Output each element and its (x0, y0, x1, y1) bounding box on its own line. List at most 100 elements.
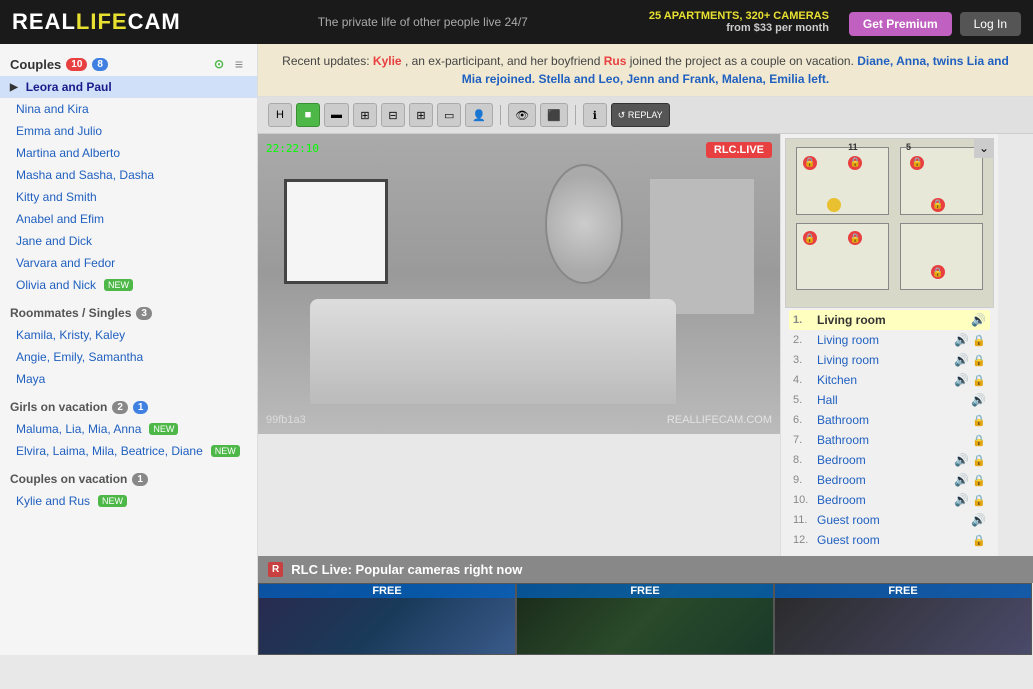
couple-name: Emma and Julio (16, 124, 102, 138)
room-item-5[interactable]: 5. Hall 🔊 (789, 390, 990, 410)
lock-icon: 🔒 (972, 454, 986, 467)
free-label-3: FREE (775, 584, 1031, 598)
fp-dot-5: 🔒 (931, 198, 945, 212)
room-item-9[interactable]: 9. Bedroom 🔊 🔒 (789, 470, 990, 490)
sidebar-item-kylie-rus[interactable]: Kylie and Rus NEW (0, 490, 257, 512)
get-premium-button[interactable]: Get Premium (849, 12, 952, 36)
room-item-11[interactable]: 11. Guest room 🔊 (789, 510, 990, 530)
room-icons: 🔒 (972, 534, 986, 547)
tool-btn-h[interactable]: H (268, 103, 292, 127)
cam-thumb-3[interactable]: FREE (774, 583, 1032, 655)
room-name: Bedroom (817, 493, 954, 507)
couples-section-header: Couples 10 8 ⊙ ≡ (0, 50, 257, 76)
sidebar-item-maya[interactable]: Maya (0, 368, 257, 390)
sidebar-item-anabel-efim[interactable]: Anabel and Efim (0, 208, 257, 230)
sidebar-item-martina-alberto[interactable]: Martina and Alberto (0, 142, 257, 164)
notif-text3: joined the project as a couple on vacati… (630, 54, 857, 68)
sidebar-item-nina-kira[interactable]: Nina and Kira (0, 98, 257, 120)
room-icons: 🔊 (971, 313, 986, 327)
toolbar: H ■ ▬ ⊞ ⊟ ⊞ ▭ 👤 👁 ⬛ ℹ ↺ REPLAY (258, 97, 1033, 134)
room-item-7[interactable]: 7. Bathroom 🔒 (789, 430, 990, 450)
sidebar-item-angie[interactable]: Angie, Emily, Samantha (0, 346, 257, 368)
room-item-12[interactable]: 12. Guest room 🔒 (789, 530, 990, 550)
couples-vacation-section-header: Couples on vacation 1 (0, 466, 257, 490)
couple-name: Leora and Paul (26, 80, 112, 94)
logo-life: LIFE (76, 9, 128, 34)
bottom-bar: R RLC Live: Popular cameras right now (258, 556, 1033, 583)
lock-icon: 🔒 (972, 474, 986, 487)
room-num: 11. (793, 514, 813, 526)
sidebar-item-olivia-nick[interactable]: Olivia and Nick NEW (0, 274, 257, 296)
room-item-4[interactable]: 4. Kitchen 🔊 🔒 (789, 370, 990, 390)
cam-id: 99fb1a3 (266, 414, 306, 426)
cam-thumb-2[interactable]: FREE (516, 583, 774, 655)
tool-btn-grid4[interactable]: ⊞ (409, 103, 433, 127)
sidebar-item-leora-paul[interactable]: Leora and Paul (0, 76, 257, 98)
toolbar-separator2 (575, 105, 576, 125)
sidebar: Couples 10 8 ⊙ ≡ Leora and Paul Nina and… (0, 44, 258, 655)
sidebar-item-jane-dick[interactable]: Jane and Dick (0, 230, 257, 252)
logo-real: REAL (12, 9, 76, 34)
room-icons: 🔊 🔒 (954, 453, 986, 467)
menu-icon[interactable]: ≡ (231, 56, 247, 72)
sidebar-item-kamila[interactable]: Kamila, Kristy, Kaley (0, 324, 257, 346)
notif-prefix: Recent updates: (282, 54, 373, 68)
lock-icon: 🔒 (972, 374, 986, 387)
lock-icon: 🔒 (972, 334, 986, 347)
scene-kitchen (650, 179, 754, 314)
room-item-6[interactable]: 6. Bathroom 🔒 (789, 410, 990, 430)
lock-icon: 🔒 (972, 494, 986, 507)
live-badge: RLC.LIVE (706, 142, 772, 158)
tool-btn-wide2[interactable]: ▭ (437, 103, 461, 127)
camera-view-icon[interactable]: ⊙ (211, 56, 227, 72)
girls-badge: 2 (112, 401, 128, 414)
section-icons: ⊙ ≡ (211, 56, 247, 72)
room-item-10[interactable]: 10. Bedroom 🔊 🔒 (789, 490, 990, 510)
cam-thumb-1[interactable]: FREE (258, 583, 516, 655)
room-num: 5. (793, 394, 813, 406)
tool-btn-replay[interactable]: ↺ REPLAY (611, 103, 670, 127)
sound-icon: 🔊 (971, 393, 986, 407)
room-item-3[interactable]: 3. Living room 🔊 🔒 (789, 350, 990, 370)
tool-btn-widescreen[interactable]: ▬ (324, 103, 349, 127)
main-layout: Couples 10 8 ⊙ ≡ Leora and Paul Nina and… (0, 44, 1033, 655)
camera-feed: 22:22:10 RLC.LIVE REALLIFECAM.COM 99fb1a… (258, 134, 780, 434)
room-name: Bathroom (817, 413, 972, 427)
sidebar-item-masha-sasha[interactable]: Masha and Sasha, Dasha (0, 164, 257, 186)
roommate-name: Maya (16, 372, 45, 386)
free-label-1: FREE (259, 584, 515, 598)
room-num: 9. (793, 474, 813, 486)
tool-btn-person[interactable]: 👤 (465, 103, 493, 127)
sidebar-item-emma-julio[interactable]: Emma and Julio (0, 120, 257, 142)
room-icons: 🔊 🔒 (954, 333, 986, 347)
tool-btn-info[interactable]: ℹ (583, 103, 607, 127)
room-num: 1. (793, 314, 813, 326)
sidebar-item-maluma[interactable]: Maluma, Lia, Mia, Anna NEW (0, 418, 257, 440)
bottom-bar-title: RLC Live: Popular cameras right now (291, 562, 522, 577)
tool-btn-record[interactable]: ■ (296, 103, 320, 127)
room-item-8[interactable]: 8. Bedroom 🔊 🔒 (789, 450, 990, 470)
couple-name: Varvara and Fedor (16, 256, 115, 270)
video-timestamp: 22:22:10 (266, 142, 319, 155)
couples-badge-total: 8 (92, 58, 108, 71)
room-num: 12. (793, 534, 813, 546)
room-num: 7. (793, 434, 813, 446)
room-name: Living room (817, 333, 954, 347)
scene-tv-screen (287, 182, 385, 281)
rlc-icon: R (268, 562, 283, 577)
room-item-2[interactable]: 2. Living room 🔊 🔒 (789, 330, 990, 350)
girls-vacation-label: Girls on vacation (10, 400, 107, 414)
tool-btn-grid2[interactable]: ⊞ (353, 103, 377, 127)
tool-btn-eye[interactable]: 👁 (508, 103, 536, 127)
sidebar-item-kitty-smith[interactable]: Kitty and Smith (0, 186, 257, 208)
room-item-1[interactable]: 1. Living room 🔊 (789, 310, 990, 330)
fp-dot-2: 🔒 (848, 156, 862, 170)
tool-btn-mask[interactable]: ⬛ (540, 103, 568, 127)
tool-btn-grid3[interactable]: ⊟ (381, 103, 405, 127)
header-buttons: Get Premium Log In (849, 12, 1021, 36)
sidebar-item-varvara-fedor[interactable]: Varvara and Fedor (0, 252, 257, 274)
sidebar-item-elvira[interactable]: Elvira, Laima, Mila, Beatrice, Diane NEW (0, 440, 257, 462)
room-icons: 🔒 (972, 414, 986, 427)
login-button[interactable]: Log In (960, 12, 1021, 36)
expand-button[interactable]: ⌄ (974, 138, 994, 158)
